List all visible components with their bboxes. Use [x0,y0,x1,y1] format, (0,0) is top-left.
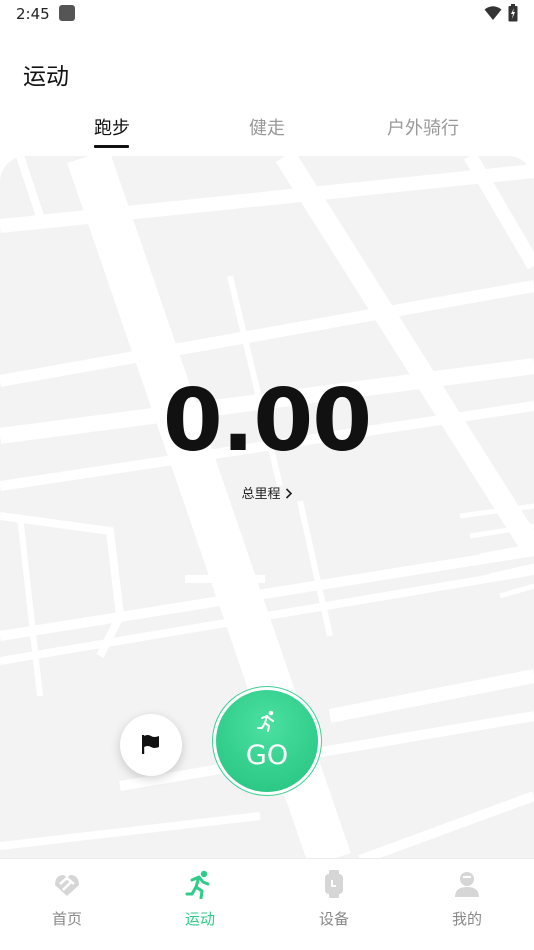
notification-app-icon [59,5,75,21]
nav-item-sport[interactable]: 运动 [133,859,267,950]
flag-icon [142,735,159,754]
total-distance-value: 0.00 [162,371,372,471]
tab-running[interactable]: 跑步 [94,114,130,140]
nav-label-mine: 我的 [451,910,482,928]
bottom-nav: 首页 运动 设备 我的 [0,858,534,950]
go-button[interactable]: GO [216,690,318,792]
home-icon [55,875,79,896]
runner-icon [185,870,210,899]
battery-icon [508,4,518,22]
wifi-icon [484,6,502,20]
watch-icon [325,870,343,898]
tab-walking[interactable]: 健走 [249,114,285,140]
tab-outdoor-cycling[interactable]: 户外骑行 [387,114,459,140]
nav-item-mine[interactable]: 我的 [400,859,534,950]
total-distance-link[interactable]: 总里程 [0,483,534,502]
nav-label-device: 设备 [318,910,349,928]
map-view[interactable]: 0.00 总里程 GO [0,156,534,860]
sport-type-tabs: 跑步 健走 户外骑行 [0,110,534,152]
go-label: GO [245,740,289,771]
page-title: 运动 [23,64,69,90]
nav-item-device[interactable]: 设备 [267,859,401,950]
status-bar: 2:45 [0,0,534,28]
nav-label-home: 首页 [51,910,82,928]
runner-icon [257,710,274,732]
chevron-right-icon [285,488,292,499]
sport-screen: 2:45 运动 跑步 健走 户外骑行 0.00 总里程 GO 首页 运动 设备 … [0,0,534,950]
tab-active-indicator [94,145,129,148]
profile-icon [455,872,479,897]
nav-label-sport: 运动 [184,910,215,928]
nav-item-home[interactable]: 首页 [0,859,134,950]
total-distance-label: 总里程 [241,487,281,502]
status-time: 2:45 [16,5,50,23]
flag-button[interactable] [120,714,182,776]
